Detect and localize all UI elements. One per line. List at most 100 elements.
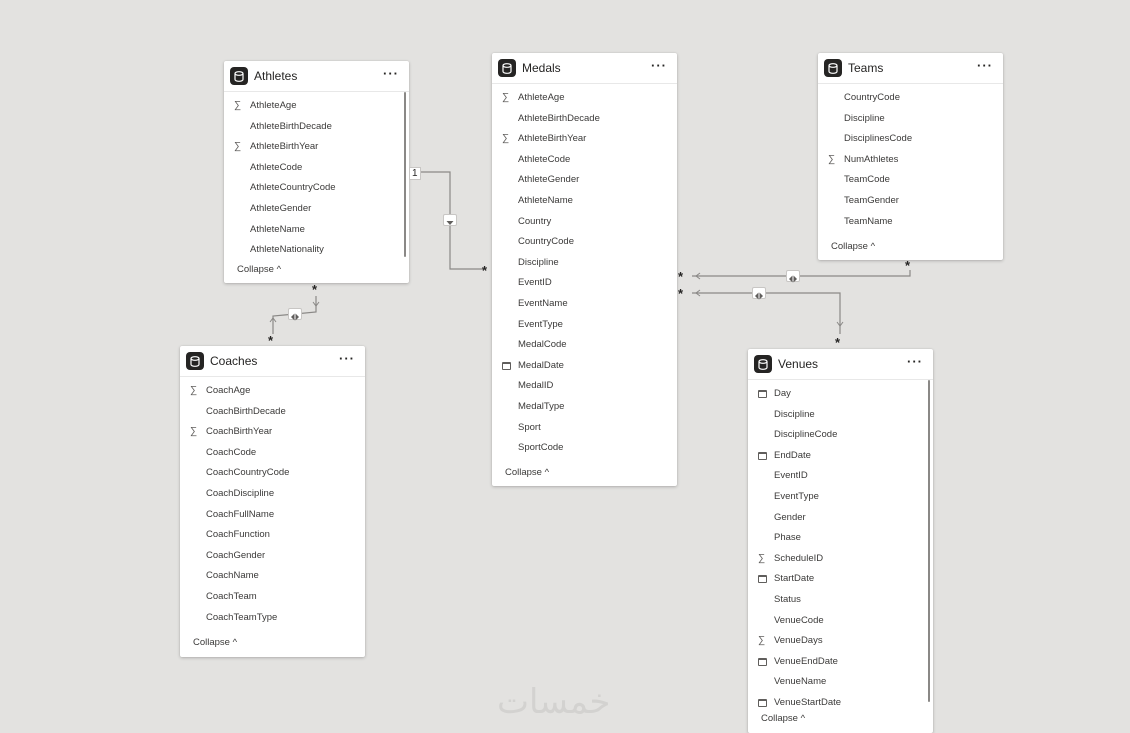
field-item[interactable]: VenueEndDate [748,652,933,673]
field-item[interactable]: VenueName [748,672,933,693]
field-item[interactable]: Sport [492,418,677,439]
field-item[interactable]: EventType [492,315,677,336]
field-item[interactable]: MedalDate [492,356,677,377]
field-item[interactable]: ∑ AthleteBirthYear [492,129,677,150]
collapse-button[interactable]: Collapse ^ [505,467,549,478]
cardinality-many-marker: * [678,286,684,301]
field-item[interactable]: AthleteName [492,191,677,212]
field-item[interactable]: TeamCode [818,170,1003,191]
cross-filter-both-icon[interactable] [288,308,302,321]
table-card-venues[interactable]: Venues ··· Day Discipline DisciplineCode En… [748,349,933,733]
field-item[interactable]: ∑ AthleteAge [492,88,677,109]
field-item[interactable]: Status [748,590,933,611]
more-options-button[interactable]: ··· [977,59,993,73]
field-item[interactable]: CoachName [180,566,365,587]
field-item[interactable]: ∑ ScheduleID [748,549,933,570]
field-name: EventName [518,297,568,309]
sigma-icon: ∑ [190,385,198,396]
field-item[interactable]: CoachTeam [180,587,365,608]
table-header-coaches[interactable]: Coaches ··· [180,346,365,377]
field-item[interactable]: DisciplineCode [748,425,933,446]
field-item[interactable]: ∑ NumAthletes [818,150,1003,171]
field-name: CoachTeam [206,590,257,602]
table-header-venues[interactable]: Venues ··· [748,349,933,380]
field-item[interactable]: ∑ VenueDays [748,631,933,652]
field-item[interactable]: CoachGender [180,546,365,567]
field-item[interactable]: Discipline [492,253,677,274]
more-options-button[interactable]: ··· [383,67,399,81]
field-item[interactable]: EndDate [748,446,933,467]
cardinality-many-marker: * [312,282,318,297]
table-header-teams[interactable]: Teams ··· [818,53,1003,84]
field-item[interactable]: CoachCode [180,443,365,464]
field-item[interactable]: AthleteGender [224,199,409,220]
field-item[interactable]: AthleteCountryCode [224,178,409,199]
field-item[interactable]: VenueCode [748,611,933,632]
sigma-icon: ∑ [758,635,766,647]
scrollbar[interactable] [404,92,406,257]
field-item[interactable]: AthleteName [224,220,409,241]
field-item[interactable]: CountryCode [492,232,677,253]
filter-direction-icon[interactable] [443,214,457,226]
table-header-athletes[interactable]: Athletes ··· [224,61,409,92]
more-options-button[interactable]: ··· [339,352,355,366]
field-item[interactable]: EventID [492,273,677,294]
field-item[interactable]: MedalID [492,376,677,397]
more-options-button[interactable]: ··· [907,355,923,369]
field-name: MedalID [518,380,554,392]
cross-filter-both-icon[interactable] [786,270,800,283]
table-card-athletes[interactable]: Athletes ··· ∑ AthleteAge AthleteBirthDeca… [224,61,409,283]
field-item[interactable]: AthleteCode [492,150,677,171]
field-item[interactable]: CoachDiscipline [180,484,365,505]
field-item[interactable]: AthleteBirthDecade [492,109,677,130]
field-item[interactable]: Phase [748,528,933,549]
field-item[interactable]: Day [748,384,933,405]
collapse-button[interactable]: Collapse ^ [237,264,281,275]
field-item[interactable]: SportCode [492,438,677,459]
field-item[interactable]: Gender [748,508,933,529]
field-item[interactable]: AthleteGender [492,170,677,191]
field-item[interactable]: DisciplinesCode [818,129,1003,150]
table-header-medals[interactable]: Medals ··· [492,53,677,84]
collapse-button[interactable]: Collapse ^ [831,241,875,252]
sigma-icon: ∑ [828,153,836,165]
scrollbar[interactable] [928,380,930,702]
field-item[interactable]: StartDate [748,569,933,590]
database-icon [498,59,516,77]
field-item[interactable]: MedalCode [492,335,677,356]
more-options-button[interactable]: ··· [651,59,667,73]
field-item[interactable]: ∑ AthleteAge [224,96,409,117]
table-card-medals[interactable]: Medals ··· ∑ AthleteAge AthleteBirthDecade… [492,53,677,486]
field-name: EndDate [774,449,811,461]
field-item[interactable]: ∑ CoachBirthYear [180,422,365,443]
field-name: AthleteCountryCode [250,182,336,194]
field-item[interactable]: Discipline [748,405,933,426]
field-item[interactable]: MedalType [492,397,677,418]
field-item[interactable]: CountryCode [818,88,1003,109]
field-item[interactable]: EventName [492,294,677,315]
field-item[interactable]: ∑ AthleteBirthYear [224,137,409,158]
field-item[interactable]: AthleteBirthDecade [224,117,409,138]
field-item[interactable]: CoachBirthDecade [180,402,365,423]
field-item[interactable]: Discipline [818,109,1003,130]
field-item[interactable]: Country [492,212,677,233]
field-item[interactable]: TeamGender [818,191,1003,212]
field-item[interactable]: CoachCountryCode [180,463,365,484]
cross-filter-both-icon[interactable] [752,287,766,300]
field-item[interactable]: ∑ CoachAge [180,381,365,402]
field-item[interactable]: CoachFullName [180,505,365,526]
collapse-button[interactable]: Collapse ^ [193,637,237,648]
table-card-coaches[interactable]: Coaches ··· ∑ CoachAge CoachBirthDecade ∑ Co… [180,346,365,657]
field-item[interactable]: CoachFunction [180,525,365,546]
field-item[interactable]: EventID [748,466,933,487]
field-name: Discipline [518,256,559,268]
field-item[interactable]: CoachTeamType [180,608,365,629]
field-item[interactable]: AthleteCode [224,158,409,179]
field-item[interactable]: VenueStartDate [748,693,933,714]
sigma-icon: ∑ [234,100,242,111]
collapse-button[interactable]: Collapse ^ [761,713,805,724]
table-card-teams[interactable]: Teams ··· CountryCode Discipline Disciplin… [818,53,1003,260]
field-item[interactable]: EventType [748,487,933,508]
field-item[interactable]: AthleteNationality [224,240,409,261]
field-item[interactable]: TeamName [818,212,1003,233]
